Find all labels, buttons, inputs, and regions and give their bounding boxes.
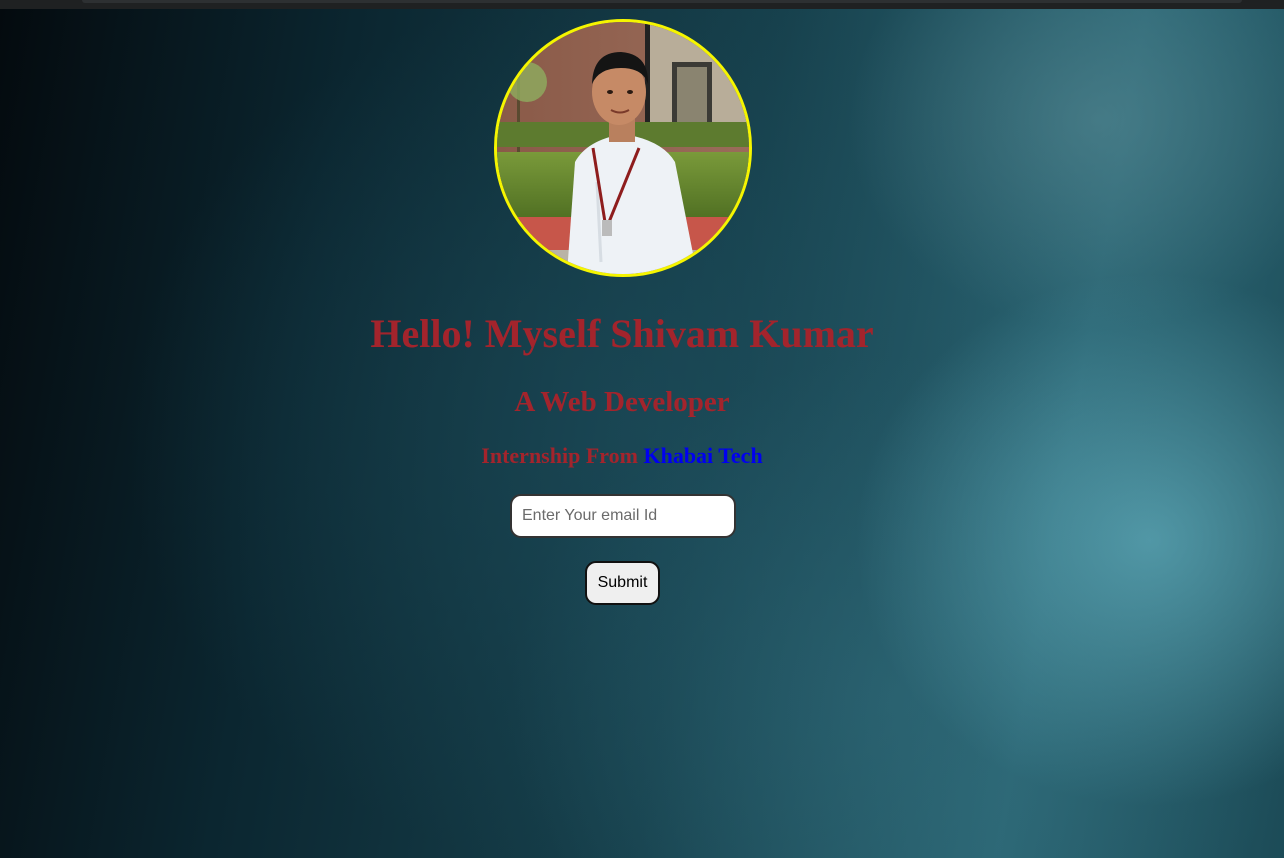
submit-button[interactable]: Submit: [585, 561, 660, 605]
role-subtitle: A Web Developer: [514, 386, 730, 418]
email-input[interactable]: [510, 494, 736, 538]
page-title: Hello! Myself Shivam Kumar: [370, 311, 874, 356]
profile-photo-illustration: [497, 22, 749, 274]
browser-top-bar: [0, 0, 1284, 9]
company-name: Khabai Tech: [643, 443, 763, 468]
scroll-track: [82, 0, 1242, 3]
internship-prefix: Internship From: [481, 443, 644, 468]
profile-photo: [494, 19, 752, 277]
internship-line: Internship From Khabai Tech: [0, 442, 1244, 470]
